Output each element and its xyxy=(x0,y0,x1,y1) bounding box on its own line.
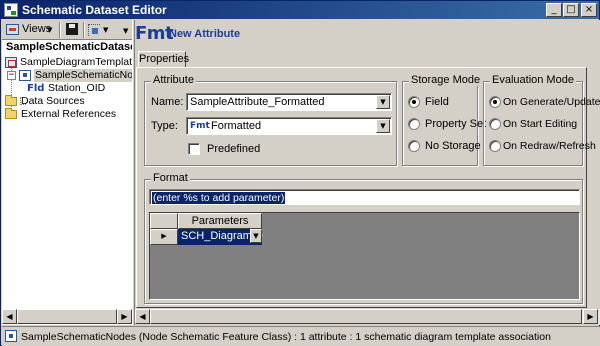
properties-panel: Attribute Name: SampleAttribute_Formatte… xyxy=(136,67,600,308)
views-icon xyxy=(6,24,19,35)
attribute-header: Fmt New Attribute xyxy=(135,20,600,48)
storage-property-set-radio[interactable] xyxy=(408,118,420,130)
storage-field-radio[interactable] xyxy=(408,96,420,108)
close-button[interactable]: × xyxy=(581,3,597,17)
chevron-down-icon[interactable]: ▼ xyxy=(376,95,390,109)
parameters-column-header[interactable]: Parameters xyxy=(178,213,262,229)
structure-button[interactable]: ▼ xyxy=(86,22,112,38)
collapse-pane-icon[interactable]: ▼ xyxy=(123,27,128,35)
tree-item-label: External References xyxy=(21,108,117,120)
attribute-group: Attribute Name: SampleAttribute_Formatte… xyxy=(144,74,397,166)
parameters-grid[interactable]: Parameters ▶ SCH_DiagramID ▼ xyxy=(149,212,580,300)
attribute-title: New Attribute xyxy=(169,28,241,40)
row-indicator-icon[interactable]: ▶ xyxy=(150,229,178,245)
views-button[interactable]: Views ▼ xyxy=(4,22,56,38)
name-value: SampleAttribute_Formatted xyxy=(190,96,325,108)
storage-no-storage-label: No Storage xyxy=(425,140,481,152)
group-title: Attribute xyxy=(151,74,196,86)
formatted-attribute-icon: Fmt xyxy=(135,23,174,44)
editor-window: Schematic Dataset Editor _ □ × Views ▼ ▼… xyxy=(0,0,600,346)
save-icon xyxy=(66,23,78,35)
eval-redraw-radio[interactable] xyxy=(489,140,501,152)
dataset-name: SampleSchematicDataset xyxy=(6,41,140,53)
app-icon xyxy=(4,3,18,17)
structure-dropdown-icon: ▼ xyxy=(103,26,109,34)
format-group: Format (enter %s to add parameter) Param… xyxy=(144,172,583,304)
tree-pane: Views ▼ ▼ ▼ SampleSchematicDataset Sampl… xyxy=(2,20,151,325)
scroll-thumb[interactable] xyxy=(17,309,117,324)
scroll-left-icon[interactable]: ◀ xyxy=(135,309,150,324)
tree-item-nodes[interactable]: − SampleSchematicNodes xyxy=(7,69,151,83)
chevron-down-icon[interactable]: ▼ xyxy=(250,229,262,243)
evaluation-mode-group: Evaluation Mode On Generate/Update On St… xyxy=(483,74,600,166)
predefined-checkbox[interactable] xyxy=(188,143,200,155)
format-input[interactable]: (enter %s to add parameter) xyxy=(149,189,580,205)
type-value: Formatted xyxy=(211,120,262,132)
scroll-thumb[interactable] xyxy=(150,309,582,324)
eval-start-editing-label: On Start Editing xyxy=(503,118,578,130)
name-combo[interactable]: SampleAttribute_Formatted ▼ xyxy=(186,93,392,111)
tab-properties[interactable]: Properties xyxy=(138,51,189,68)
folder-icon xyxy=(5,108,17,119)
tree-item-label: Data Sources xyxy=(21,95,85,107)
tree-toolbar: Views ▼ ▼ ▼ xyxy=(2,20,132,40)
feature-class-icon xyxy=(19,70,31,81)
storage-property-set-label: Property Set xyxy=(425,118,487,130)
scroll-right-icon[interactable]: ▶ xyxy=(583,309,598,324)
feature-class-icon xyxy=(5,330,17,342)
properties-pane: Fmt New Attribute Properties Attribute N… xyxy=(135,20,600,325)
eval-redraw-label: On Redraw/Refresh xyxy=(503,140,596,152)
status-bar: SampleSchematicNodes (Node Schematic Fea… xyxy=(2,326,600,346)
collapse-icon[interactable]: − xyxy=(7,71,16,80)
field-icon: Fld xyxy=(27,83,45,94)
tree-horizontal-scrollbar[interactable]: ◀ ▶ xyxy=(2,309,132,324)
tree-item-field[interactable]: Fld Station_OID xyxy=(27,82,127,96)
minimize-button[interactable]: _ xyxy=(546,3,562,17)
save-button[interactable] xyxy=(64,22,80,38)
parameter-cell[interactable]: SCH_DiagramID ▼ xyxy=(178,229,263,245)
type-label: Type: xyxy=(151,120,178,132)
storage-no-storage-radio[interactable] xyxy=(408,140,420,152)
toolbar-separator xyxy=(59,22,61,38)
scroll-left-icon[interactable]: ◀ xyxy=(2,309,17,324)
group-title: Format xyxy=(151,172,190,184)
eval-generate-label: On Generate/Update xyxy=(503,96,600,108)
views-dropdown-icon: ▼ xyxy=(47,26,53,34)
tree-item-data-sources[interactable]: Data Sources xyxy=(5,95,130,109)
tree-item-external-references[interactable]: External References xyxy=(5,108,130,122)
window-title: Schematic Dataset Editor xyxy=(22,3,167,17)
diagram-template-icon xyxy=(5,57,17,68)
status-text: SampleSchematicNodes (Node Schematic Fea… xyxy=(21,331,551,343)
predefined-label: Predefined xyxy=(207,143,261,155)
tree-item-label: Station_OID xyxy=(48,82,106,94)
formatted-type-icon: Fmt xyxy=(190,121,210,131)
scroll-right-icon[interactable]: ▶ xyxy=(117,309,132,324)
group-title: Storage Mode xyxy=(409,74,483,86)
grid-corner xyxy=(150,213,178,229)
name-label: Name: xyxy=(151,96,184,108)
storage-field-label: Field xyxy=(425,96,449,108)
eval-start-editing-radio[interactable] xyxy=(489,118,501,130)
maximize-button[interactable]: □ xyxy=(563,3,579,17)
tree-item-label: SampleDiagramTemplate xyxy=(20,56,138,68)
storage-mode-group: Storage Mode Field Property Set No Stora… xyxy=(402,74,486,166)
folder-icon xyxy=(5,95,17,106)
eval-generate-radio[interactable] xyxy=(489,96,501,108)
chevron-down-icon[interactable]: ▼ xyxy=(376,119,390,133)
format-value: (enter %s to add parameter) xyxy=(152,192,286,204)
tree-structure-icon xyxy=(88,24,100,36)
toolbar-separator xyxy=(83,22,85,38)
tree-item-template[interactable]: SampleDiagramTemplate xyxy=(5,56,138,70)
type-combo[interactable]: Fmt Formatted ▼ xyxy=(186,117,392,135)
properties-horizontal-scrollbar[interactable]: ◀ ▶ xyxy=(135,309,600,324)
group-title: Evaluation Mode xyxy=(490,74,576,86)
title-bar[interactable]: Schematic Dataset Editor _ □ × xyxy=(1,1,599,19)
